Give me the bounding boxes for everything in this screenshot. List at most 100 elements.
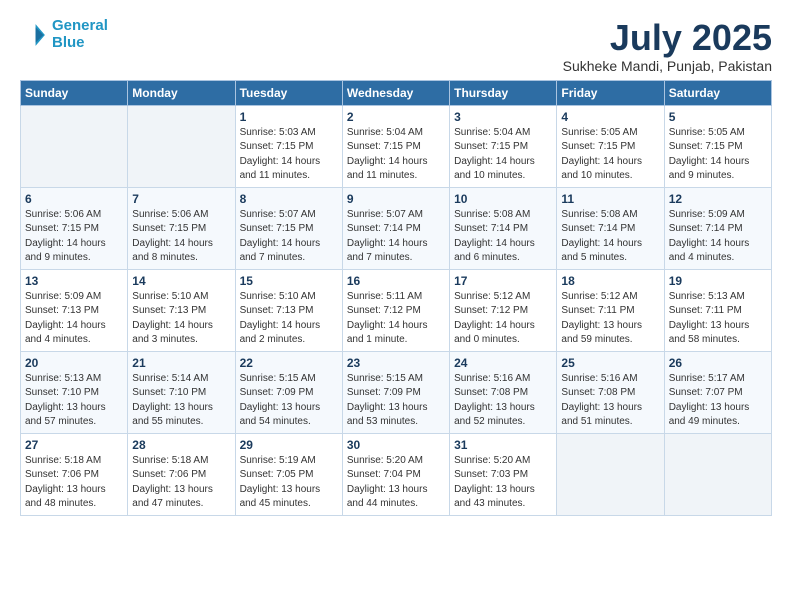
day-number: 20 xyxy=(25,356,123,370)
logo-line2: Blue xyxy=(52,34,85,51)
day-number: 21 xyxy=(132,356,230,370)
col-tuesday: Tuesday xyxy=(235,80,342,105)
day-info: Sunrise: 5:04 AM Sunset: 7:15 PM Dayligh… xyxy=(454,126,552,184)
calendar-week-2: 6Sunrise: 5:06 AM Sunset: 7:15 PM Daylig… xyxy=(21,187,772,269)
calendar-cell: 30 Sunrise: 5:20 AM Sunset: 7:04 PM Dayli… xyxy=(342,433,449,515)
calendar-cell: 20 Sunrise: 5:13 AM Sunset: 7:10 PM Dayli… xyxy=(21,351,128,433)
day-info: Sunrise: 5:03 AM Sunset: 7:15 PM Dayligh… xyxy=(240,126,338,184)
day-info: Sunrise: 5:16 AM Sunset: 7:08 PM Dayligh… xyxy=(561,372,659,430)
day-number: 31 xyxy=(454,438,552,452)
day-number: 24 xyxy=(454,356,552,370)
calendar-week-3: 13 Sunrise: 5:09 AM Sunset: 7:13 PM Dayli… xyxy=(21,269,772,351)
calendar-cell: 15Sunrise: 5:10 AM Sunset: 7:13 PM Dayli… xyxy=(235,269,342,351)
col-monday: Monday xyxy=(128,80,235,105)
day-info: Sunrise: 5:10 AM Sunset: 7:13 PM Dayligh… xyxy=(132,290,230,348)
calendar-cell xyxy=(557,433,664,515)
day-info: Sunrise: 5:18 AM Sunset: 7:06 PM Dayligh… xyxy=(132,454,230,512)
day-info: Sunrise: 5:07 AM Sunset: 7:15 PM Dayligh… xyxy=(240,208,338,266)
calendar-header-row: Sunday Monday Tuesday Wednesday Thursday… xyxy=(21,80,772,105)
logo: General Blue xyxy=(20,18,108,51)
calendar-cell xyxy=(21,105,128,187)
day-info: Sunrise: 5:07 AM Sunset: 7:14 PM Dayligh… xyxy=(347,208,445,266)
day-number: 23 xyxy=(347,356,445,370)
day-number: 28 xyxy=(132,438,230,452)
calendar-cell: 12Sunrise: 5:09 AM Sunset: 7:14 PM Dayli… xyxy=(664,187,771,269)
day-info: Sunrise: 5:15 AM Sunset: 7:09 PM Dayligh… xyxy=(240,372,338,430)
day-number: 11 xyxy=(561,192,659,206)
day-number: 14 xyxy=(132,274,230,288)
day-number: 26 xyxy=(669,356,767,370)
day-number: 22 xyxy=(240,356,338,370)
day-number: 2 xyxy=(347,110,445,124)
logo-icon xyxy=(20,21,48,49)
calendar-cell: 23 Sunrise: 5:15 AM Sunset: 7:09 PM Dayli… xyxy=(342,351,449,433)
day-number: 1 xyxy=(240,110,338,124)
calendar-week-1: 1 Sunrise: 5:03 AM Sunset: 7:15 PM Daylig… xyxy=(21,105,772,187)
calendar-cell: 27Sunrise: 5:18 AM Sunset: 7:06 PM Dayli… xyxy=(21,433,128,515)
day-number: 12 xyxy=(669,192,767,206)
day-info: Sunrise: 5:14 AM Sunset: 7:10 PM Dayligh… xyxy=(132,372,230,430)
calendar-cell: 4 Sunrise: 5:05 AM Sunset: 7:15 PM Daylig… xyxy=(557,105,664,187)
day-number: 9 xyxy=(347,192,445,206)
day-info: Sunrise: 5:08 AM Sunset: 7:14 PM Dayligh… xyxy=(454,208,552,266)
day-number: 15 xyxy=(240,274,338,288)
page: General Blue July 2025 Sukheke Mandi, Pu… xyxy=(0,0,792,612)
calendar-cell: 6Sunrise: 5:06 AM Sunset: 7:15 PM Daylig… xyxy=(21,187,128,269)
calendar-cell: 18 Sunrise: 5:12 AM Sunset: 7:11 PM Dayli… xyxy=(557,269,664,351)
day-number: 4 xyxy=(561,110,659,124)
calendar-cell: 22 Sunrise: 5:15 AM Sunset: 7:09 PM Dayli… xyxy=(235,351,342,433)
col-saturday: Saturday xyxy=(664,80,771,105)
calendar-title: July 2025 xyxy=(563,18,772,58)
day-number: 17 xyxy=(454,274,552,288)
calendar-cell xyxy=(128,105,235,187)
day-number: 29 xyxy=(240,438,338,452)
calendar-cell: 5 Sunrise: 5:05 AM Sunset: 7:15 PM Daylig… xyxy=(664,105,771,187)
calendar-cell xyxy=(664,433,771,515)
calendar-cell: 13 Sunrise: 5:09 AM Sunset: 7:13 PM Dayli… xyxy=(21,269,128,351)
col-sunday: Sunday xyxy=(21,80,128,105)
day-info: Sunrise: 5:20 AM Sunset: 7:03 PM Dayligh… xyxy=(454,454,552,512)
day-number: 5 xyxy=(669,110,767,124)
day-info: Sunrise: 5:13 AM Sunset: 7:10 PM Dayligh… xyxy=(25,372,123,430)
day-info: Sunrise: 5:19 AM Sunset: 7:05 PM Dayligh… xyxy=(240,454,338,512)
day-info: Sunrise: 5:12 AM Sunset: 7:11 PM Dayligh… xyxy=(561,290,659,348)
title-block: July 2025 Sukheke Mandi, Punjab, Pakista… xyxy=(563,18,772,74)
calendar-cell: 1 Sunrise: 5:03 AM Sunset: 7:15 PM Daylig… xyxy=(235,105,342,187)
day-info: Sunrise: 5:15 AM Sunset: 7:09 PM Dayligh… xyxy=(347,372,445,430)
calendar-cell: 21 Sunrise: 5:14 AM Sunset: 7:10 PM Dayli… xyxy=(128,351,235,433)
calendar-cell: 17 Sunrise: 5:12 AM Sunset: 7:12 PM Dayli… xyxy=(450,269,557,351)
day-info: Sunrise: 5:06 AM Sunset: 7:15 PM Dayligh… xyxy=(25,208,123,266)
day-info: Sunrise: 5:20 AM Sunset: 7:04 PM Dayligh… xyxy=(347,454,445,512)
col-wednesday: Wednesday xyxy=(342,80,449,105)
day-number: 18 xyxy=(561,274,659,288)
day-info: Sunrise: 5:12 AM Sunset: 7:12 PM Dayligh… xyxy=(454,290,552,348)
day-info: Sunrise: 5:05 AM Sunset: 7:15 PM Dayligh… xyxy=(669,126,767,184)
day-number: 7 xyxy=(132,192,230,206)
day-info: Sunrise: 5:17 AM Sunset: 7:07 PM Dayligh… xyxy=(669,372,767,430)
day-number: 8 xyxy=(240,192,338,206)
day-number: 30 xyxy=(347,438,445,452)
col-friday: Friday xyxy=(557,80,664,105)
day-info: Sunrise: 5:05 AM Sunset: 7:15 PM Dayligh… xyxy=(561,126,659,184)
calendar-cell: 14 Sunrise: 5:10 AM Sunset: 7:13 PM Dayli… xyxy=(128,269,235,351)
calendar-subtitle: Sukheke Mandi, Punjab, Pakistan xyxy=(563,58,772,74)
day-number: 13 xyxy=(25,274,123,288)
day-info: Sunrise: 5:09 AM Sunset: 7:13 PM Dayligh… xyxy=(25,290,123,348)
calendar-cell: 24 Sunrise: 5:16 AM Sunset: 7:08 PM Dayli… xyxy=(450,351,557,433)
calendar-table: Sunday Monday Tuesday Wednesday Thursday… xyxy=(20,80,772,516)
calendar-cell: 2 Sunrise: 5:04 AM Sunset: 7:15 PM Daylig… xyxy=(342,105,449,187)
day-number: 10 xyxy=(454,192,552,206)
day-number: 27 xyxy=(25,438,123,452)
calendar-cell: 10 Sunrise: 5:08 AM Sunset: 7:14 PM Dayli… xyxy=(450,187,557,269)
day-info: Sunrise: 5:16 AM Sunset: 7:08 PM Dayligh… xyxy=(454,372,552,430)
day-number: 3 xyxy=(454,110,552,124)
calendar-cell: 29 Sunrise: 5:19 AM Sunset: 7:05 PM Dayli… xyxy=(235,433,342,515)
day-info: Sunrise: 5:13 AM Sunset: 7:11 PM Dayligh… xyxy=(669,290,767,348)
logo-line1: General xyxy=(52,17,108,34)
header: General Blue July 2025 Sukheke Mandi, Pu… xyxy=(20,18,772,74)
day-info: Sunrise: 5:08 AM Sunset: 7:14 PM Dayligh… xyxy=(561,208,659,266)
day-info: Sunrise: 5:11 AM Sunset: 7:12 PM Dayligh… xyxy=(347,290,445,348)
calendar-cell: 3 Sunrise: 5:04 AM Sunset: 7:15 PM Daylig… xyxy=(450,105,557,187)
day-info: Sunrise: 5:04 AM Sunset: 7:15 PM Dayligh… xyxy=(347,126,445,184)
calendar-cell: 25Sunrise: 5:16 AM Sunset: 7:08 PM Dayli… xyxy=(557,351,664,433)
